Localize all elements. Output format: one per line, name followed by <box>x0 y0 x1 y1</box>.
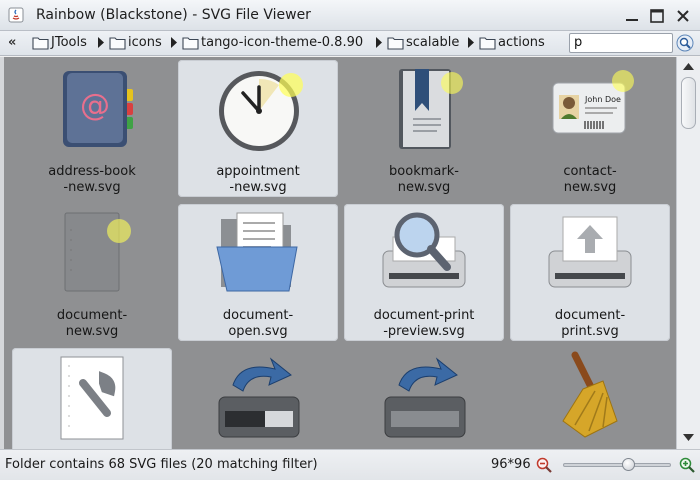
zoom-out-icon[interactable] <box>535 456 553 474</box>
grid-item-selected[interactable]: appointment -new.svg <box>178 60 338 197</box>
search-icon[interactable] <box>676 34 694 52</box>
minimize-icon[interactable] <box>623 7 641 25</box>
grid-item[interactable] <box>510 348 670 449</box>
folder-icon <box>387 37 404 50</box>
grid-item-selected[interactable]: document- print.svg <box>510 204 670 341</box>
grid-item[interactable]: John Doe contact- new.svg <box>510 60 670 197</box>
grid-item-selected[interactable]: document- open.svg <box>178 204 338 341</box>
drive-save-as-icon <box>384 357 466 438</box>
zoom-slider-track[interactable] <box>563 463 671 467</box>
scroll-up-arrow-icon[interactable] <box>680 59 697 74</box>
printer-icon <box>548 216 632 288</box>
folder-icon <box>32 37 49 50</box>
zoom-in-icon[interactable] <box>678 456 696 474</box>
file-label: address-book -new.svg <box>48 164 136 195</box>
filter-input[interactable]: p <box>569 33 673 53</box>
broom-clear-icon <box>562 351 618 438</box>
grid-item-selected[interactable]: document-print -preview.svg <box>344 204 504 341</box>
maximize-icon[interactable] <box>648 7 666 25</box>
title-bar[interactable]: Rainbow (Blackstone) - SVG File Viewer <box>0 0 700 31</box>
document-properties-icon <box>60 356 124 440</box>
drive-save-icon <box>218 357 300 438</box>
print-preview-icon <box>382 212 466 288</box>
icon-size-label: 96*96 <box>491 457 531 472</box>
grid-item[interactable]: bookmark- new.svg <box>344 60 504 197</box>
grid-item[interactable]: document- new.svg <box>12 204 172 341</box>
close-icon[interactable] <box>674 7 692 25</box>
window-title: Rainbow (Blackstone) - SVG File Viewer <box>36 7 311 23</box>
file-label: appointment -new.svg <box>216 164 300 195</box>
folder-icon <box>182 37 199 50</box>
svg-text:John Doe: John Doe <box>584 95 621 104</box>
file-label: document- open.svg <box>222 308 294 339</box>
address-book-icon: @ <box>63 71 133 147</box>
scroll-down-arrow-icon[interactable] <box>680 430 697 445</box>
zoom-slider-knob[interactable] <box>622 458 635 471</box>
document-new-icon <box>64 212 131 292</box>
file-label: document-print -preview.svg <box>373 308 475 339</box>
path-breadcrumb-bar: « JTools icons tango-icon-theme-0.8.90 s… <box>0 31 700 56</box>
chevron-right-icon <box>468 37 474 48</box>
grid-item[interactable]: @ address-book -new.svg <box>12 60 172 197</box>
folder-icon <box>479 37 496 50</box>
chevron-right-icon <box>171 37 177 48</box>
java-app-icon <box>8 7 24 23</box>
folder-icon <box>109 37 126 50</box>
appointment-clock-icon <box>219 71 303 151</box>
chevron-right-icon <box>376 37 382 48</box>
zoom-slider[interactable] <box>563 458 673 472</box>
app-window: Rainbow (Blackstone) - SVG File Viewer «… <box>0 0 700 480</box>
file-label: document- print.svg <box>554 308 626 339</box>
grid-item[interactable] <box>344 348 504 449</box>
file-label: bookmark- new.svg <box>389 164 459 195</box>
svg-text:@: @ <box>80 88 110 123</box>
vertical-scrollbar[interactable] <box>676 57 700 449</box>
icon-grid[interactable]: @ address-book -new.svg appointment -new… <box>0 57 676 449</box>
nav-back-button[interactable]: « <box>8 35 16 50</box>
chevron-right-icon <box>98 37 104 48</box>
grid-item-selected[interactable] <box>12 348 172 449</box>
grid-item[interactable] <box>178 348 338 449</box>
document-open-folder-icon <box>216 212 298 292</box>
contact-card-icon: John Doe <box>552 70 634 134</box>
file-label: document- new.svg <box>56 308 128 339</box>
scroll-thumb[interactable] <box>681 77 696 129</box>
file-label: contact- new.svg <box>563 164 617 195</box>
status-bar: Folder contains 68 SVG files (20 matchin… <box>0 449 700 480</box>
status-message: Folder contains 68 SVG files (20 matchin… <box>5 457 318 472</box>
bookmark-icon <box>399 69 463 149</box>
filter-input-value: p <box>574 35 583 50</box>
